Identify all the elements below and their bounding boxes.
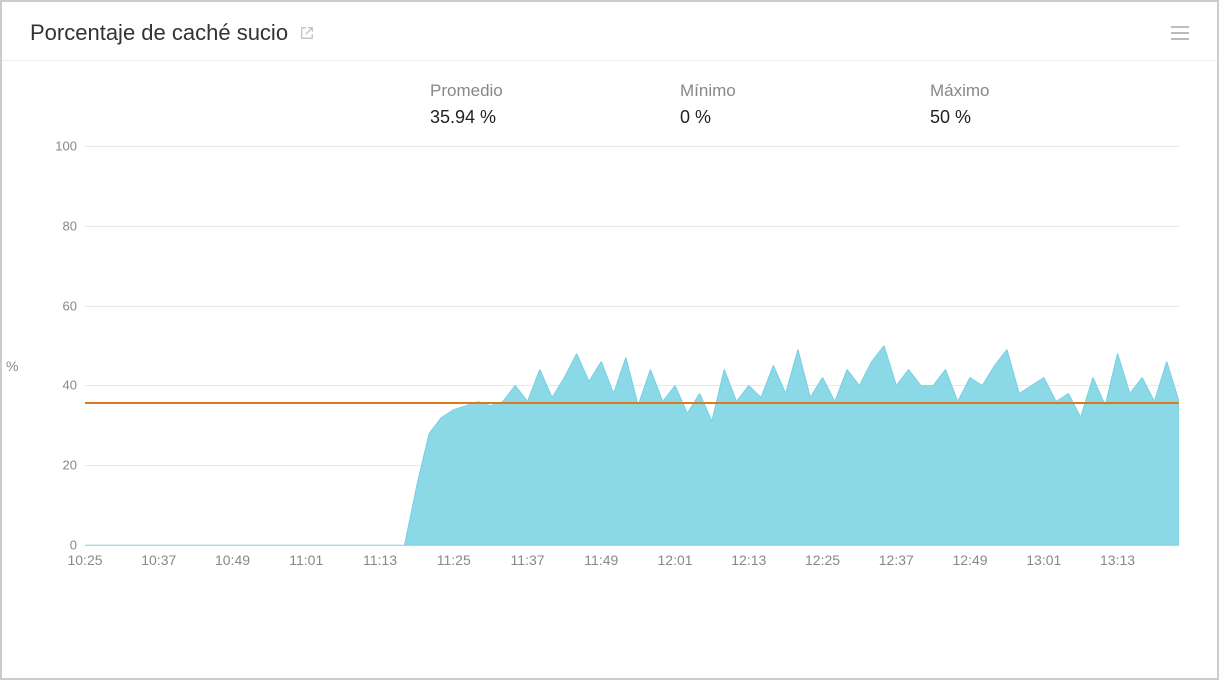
stats-spacer <box>30 81 430 128</box>
x-tick-label: 12:13 <box>731 552 766 568</box>
stat-label: Mínimo <box>680 81 930 101</box>
y-tick-label: 60 <box>45 298 77 313</box>
x-tick-label: 10:25 <box>67 552 102 568</box>
open-in-new-icon[interactable] <box>300 26 314 40</box>
y-tick-label: 80 <box>45 218 77 233</box>
x-tick-label: 13:01 <box>1026 552 1061 568</box>
y-tick-label: 100 <box>45 139 77 154</box>
stat-value: 35.94 % <box>430 107 680 128</box>
x-tick-label: 11:37 <box>511 552 545 568</box>
stat-label: Promedio <box>430 81 680 101</box>
hamburger-menu-icon[interactable] <box>1171 26 1189 40</box>
x-tick-label: 12:25 <box>805 552 840 568</box>
stat-minimum: Mínimo 0 % <box>680 81 930 128</box>
area-series <box>85 146 1179 545</box>
x-tick-label: 13:13 <box>1100 552 1135 568</box>
chart-panel: Porcentaje de caché sucio Promedio 35.94… <box>0 0 1219 680</box>
x-tick-label: 11:49 <box>584 552 618 568</box>
x-tick-label: 12:37 <box>879 552 914 568</box>
x-tick-label: 11:25 <box>437 552 471 568</box>
x-axis: 10:2510:3710:4911:0111:1311:2511:3711:49… <box>85 546 1179 576</box>
panel-header: Porcentaje de caché sucio <box>2 2 1217 61</box>
y-axis-label: % <box>6 358 18 374</box>
x-tick-label: 11:13 <box>363 552 397 568</box>
title-group: Porcentaje de caché sucio <box>30 20 314 46</box>
y-tick-label: 40 <box>45 378 77 393</box>
x-tick-label: 10:37 <box>141 552 176 568</box>
stat-label: Máximo <box>930 81 1180 101</box>
panel-title: Porcentaje de caché sucio <box>30 20 288 46</box>
x-tick-label: 10:49 <box>215 552 250 568</box>
x-tick-label: 12:49 <box>953 552 988 568</box>
x-tick-label: 11:01 <box>289 552 323 568</box>
summary-stats: Promedio 35.94 % Mínimo 0 % Máximo 50 % <box>2 61 1217 136</box>
plot-region[interactable]: 020406080100 <box>85 146 1179 546</box>
average-line <box>85 402 1179 404</box>
x-tick-label: 12:01 <box>657 552 692 568</box>
stat-value: 0 % <box>680 107 930 128</box>
y-tick-label: 0 <box>45 538 77 553</box>
stat-average: Promedio 35.94 % <box>430 81 680 128</box>
stat-maximum: Máximo 50 % <box>930 81 1180 128</box>
chart-area: % 020406080100 10:2510:3710:4911:0111:13… <box>2 136 1217 596</box>
y-tick-label: 20 <box>45 458 77 473</box>
stat-value: 50 % <box>930 107 1180 128</box>
